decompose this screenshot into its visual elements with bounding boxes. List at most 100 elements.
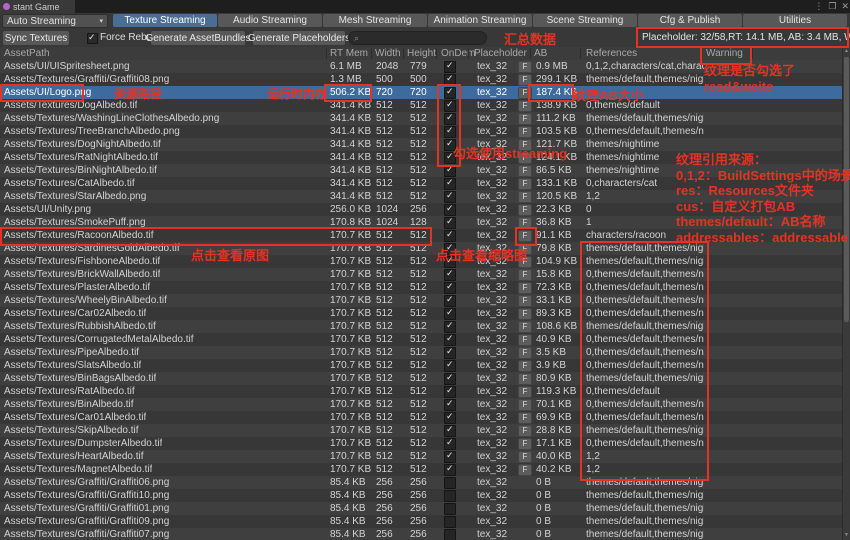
table-row[interactable]: Assets/Textures/RatAlbedo.tif170.7 KB512…	[0, 385, 843, 398]
table-row[interactable]: Assets/Textures/Graffiti/Graffiti07.png8…	[0, 528, 843, 540]
ondem-checkbox[interactable]	[444, 386, 456, 398]
table-row[interactable]: Assets/Textures/DumpsterAlbedo.tif170.7 …	[0, 437, 843, 450]
table-row[interactable]: Assets/Textures/Graffiti/Graffiti10.png8…	[0, 489, 843, 502]
ondem-checkbox[interactable]	[444, 464, 456, 476]
tab-cfg-publish[interactable]: Cfg & Publish	[638, 14, 742, 27]
ondem-checkbox[interactable]	[444, 178, 456, 190]
preview-button[interactable]: F	[518, 295, 532, 307]
ondem-checkbox[interactable]	[444, 399, 456, 411]
ondem-checkbox[interactable]	[444, 191, 456, 203]
ondem-checkbox[interactable]	[444, 139, 456, 151]
preview-button[interactable]: F	[518, 217, 532, 229]
col-header-warning[interactable]: Warning	[706, 48, 743, 59]
table-row[interactable]: Assets/Textures/BinBagsAlbedo.tif170.7 K…	[0, 372, 843, 385]
ondem-checkbox[interactable]	[444, 477, 456, 489]
close-icon[interactable]: ✕	[841, 1, 849, 12]
preview-button[interactable]: F	[518, 100, 532, 112]
tab-utilities[interactable]: Utilities	[743, 14, 847, 27]
ondem-checkbox[interactable]	[444, 321, 456, 333]
ondem-checkbox[interactable]	[444, 490, 456, 502]
preview-button[interactable]: F	[518, 113, 532, 125]
table-row[interactable]: Assets/Textures/PlasterAlbedo.tif170.7 K…	[0, 281, 843, 294]
preview-button[interactable]: F	[518, 399, 532, 411]
preview-button[interactable]: F	[518, 321, 532, 333]
generate-assetbundles-button[interactable]: Generate AssetBundles	[150, 30, 246, 46]
table-row[interactable]: Assets/Textures/SkipAlbedo.tif170.7 KB51…	[0, 424, 843, 437]
table-row[interactable]: Assets/Textures/RacoonAlbedo.tif170.7 KB…	[0, 229, 843, 242]
ondem-checkbox[interactable]	[444, 516, 456, 528]
table-row[interactable]: Assets/Textures/Graffiti/Graffiti09.png8…	[0, 515, 843, 528]
table-row[interactable]: Assets/UI/Unity.png256.0 KB1024256tex_32…	[0, 203, 843, 216]
preview-button[interactable]: F	[518, 412, 532, 424]
ondem-checkbox[interactable]	[444, 373, 456, 385]
table-row[interactable]: Assets/Textures/DogNightAlbedo.tif341.4 …	[0, 138, 843, 151]
maximize-icon[interactable]: ❐	[828, 1, 836, 12]
ondem-checkbox[interactable]	[444, 295, 456, 307]
ondem-checkbox[interactable]	[444, 308, 456, 320]
ondem-checkbox[interactable]	[444, 113, 456, 125]
preview-button[interactable]: F	[518, 451, 532, 463]
ondem-checkbox[interactable]	[444, 204, 456, 216]
preview-button[interactable]: F	[518, 139, 532, 151]
force-rebuild-checkbox[interactable]	[87, 33, 98, 44]
ondem-checkbox[interactable]	[444, 503, 456, 515]
table-row[interactable]: Assets/Textures/Graffiti/Graffiti01.png8…	[0, 502, 843, 515]
ondem-checkbox[interactable]	[444, 282, 456, 294]
table-row[interactable]: Assets/Textures/BinNightAlbedo.tif341.4 …	[0, 164, 843, 177]
table-row[interactable]: Assets/Textures/Car01Albedo.tif170.7 KB5…	[0, 411, 843, 424]
preview-button[interactable]: F	[518, 308, 532, 320]
vertical-scrollbar[interactable]: ▲ ▼	[842, 47, 850, 540]
window-tab[interactable]: stant Game	[0, 0, 75, 13]
preview-button[interactable]: F	[518, 282, 532, 294]
preview-button[interactable]: F	[518, 204, 532, 216]
ondem-checkbox[interactable]	[444, 61, 456, 73]
preview-button[interactable]: F	[518, 347, 532, 359]
preview-button[interactable]: F	[518, 87, 532, 99]
table-row[interactable]: Assets/Textures/SardinesGoldAlbedo.tif17…	[0, 242, 843, 255]
table-row[interactable]: Assets/Textures/MagnetAlbedo.tif170.7 KB…	[0, 463, 843, 476]
preview-button[interactable]: F	[518, 373, 532, 385]
table-row[interactable]: Assets/Textures/SlatsAlbedo.tif170.7 KB5…	[0, 359, 843, 372]
preview-button[interactable]: F	[518, 126, 532, 138]
preview-button[interactable]: F	[518, 243, 532, 255]
preview-button[interactable]: F	[518, 464, 532, 476]
table-row[interactable]: Assets/Textures/Car02Albedo.tif170.7 KB5…	[0, 307, 843, 320]
preview-button[interactable]: F	[518, 74, 532, 86]
table-row[interactable]: Assets/Textures/CatAlbedo.tif341.4 KB512…	[0, 177, 843, 190]
table-row[interactable]: Assets/Textures/WheelyBinAlbedo.tif170.7…	[0, 294, 843, 307]
ondem-checkbox[interactable]	[444, 256, 456, 268]
tab-scene-streaming[interactable]: Scene Streaming	[533, 14, 637, 27]
scroll-up-icon[interactable]: ▲	[843, 47, 850, 55]
tab-texture-streaming[interactable]: Texture Streaming	[113, 14, 217, 27]
table-row[interactable]: Assets/Textures/FishboneAlbedo.tif170.7 …	[0, 255, 843, 268]
table-row[interactable]: Assets/Textures/HeartAlbedo.tif170.7 KB5…	[0, 450, 843, 463]
search-input[interactable]	[362, 32, 466, 44]
table-row[interactable]: Assets/Textures/DogAlbedo.tif341.4 KB512…	[0, 99, 843, 112]
table-row[interactable]: Assets/Textures/CorrugatedMetalAlbedo.ti…	[0, 333, 843, 346]
ondem-checkbox[interactable]	[444, 269, 456, 281]
ondem-checkbox[interactable]	[444, 217, 456, 229]
ondem-checkbox[interactable]	[444, 243, 456, 255]
col-header-ondem[interactable]: OnDem	[441, 48, 475, 59]
ondem-checkbox[interactable]	[444, 126, 456, 138]
preview-button[interactable]: F	[518, 360, 532, 372]
preview-button[interactable]: F	[518, 334, 532, 346]
ondem-checkbox[interactable]	[444, 152, 456, 164]
preview-button[interactable]: F	[518, 152, 532, 164]
ondem-checkbox[interactable]	[444, 74, 456, 86]
generate-placeholders-button[interactable]: Generate Placeholders	[252, 30, 346, 46]
table-row[interactable]: Assets/Textures/BrickWallAlbedo.tif170.7…	[0, 268, 843, 281]
preview-button[interactable]: F	[518, 178, 532, 190]
table-row[interactable]: Assets/Textures/WashingLineClothesAlbedo…	[0, 112, 843, 125]
preview-button[interactable]: F	[518, 256, 532, 268]
ondem-checkbox[interactable]	[444, 165, 456, 177]
table-row[interactable]: Assets/Textures/RatNightAlbedo.tif341.4 …	[0, 151, 843, 164]
preview-button[interactable]: F	[518, 230, 532, 242]
sync-textures-button[interactable]: Sync Textures	[2, 30, 70, 46]
scroll-down-icon[interactable]: ▼	[843, 531, 850, 539]
ondem-checkbox[interactable]	[444, 347, 456, 359]
ondem-checkbox[interactable]	[444, 438, 456, 450]
table-row[interactable]: Assets/Textures/Graffiti/Graffiti08.png1…	[0, 73, 843, 86]
tab-mesh-streaming[interactable]: Mesh Streaming	[323, 14, 427, 27]
table-row[interactable]: Assets/Textures/StarAlbedo.png341.4 KB51…	[0, 190, 843, 203]
